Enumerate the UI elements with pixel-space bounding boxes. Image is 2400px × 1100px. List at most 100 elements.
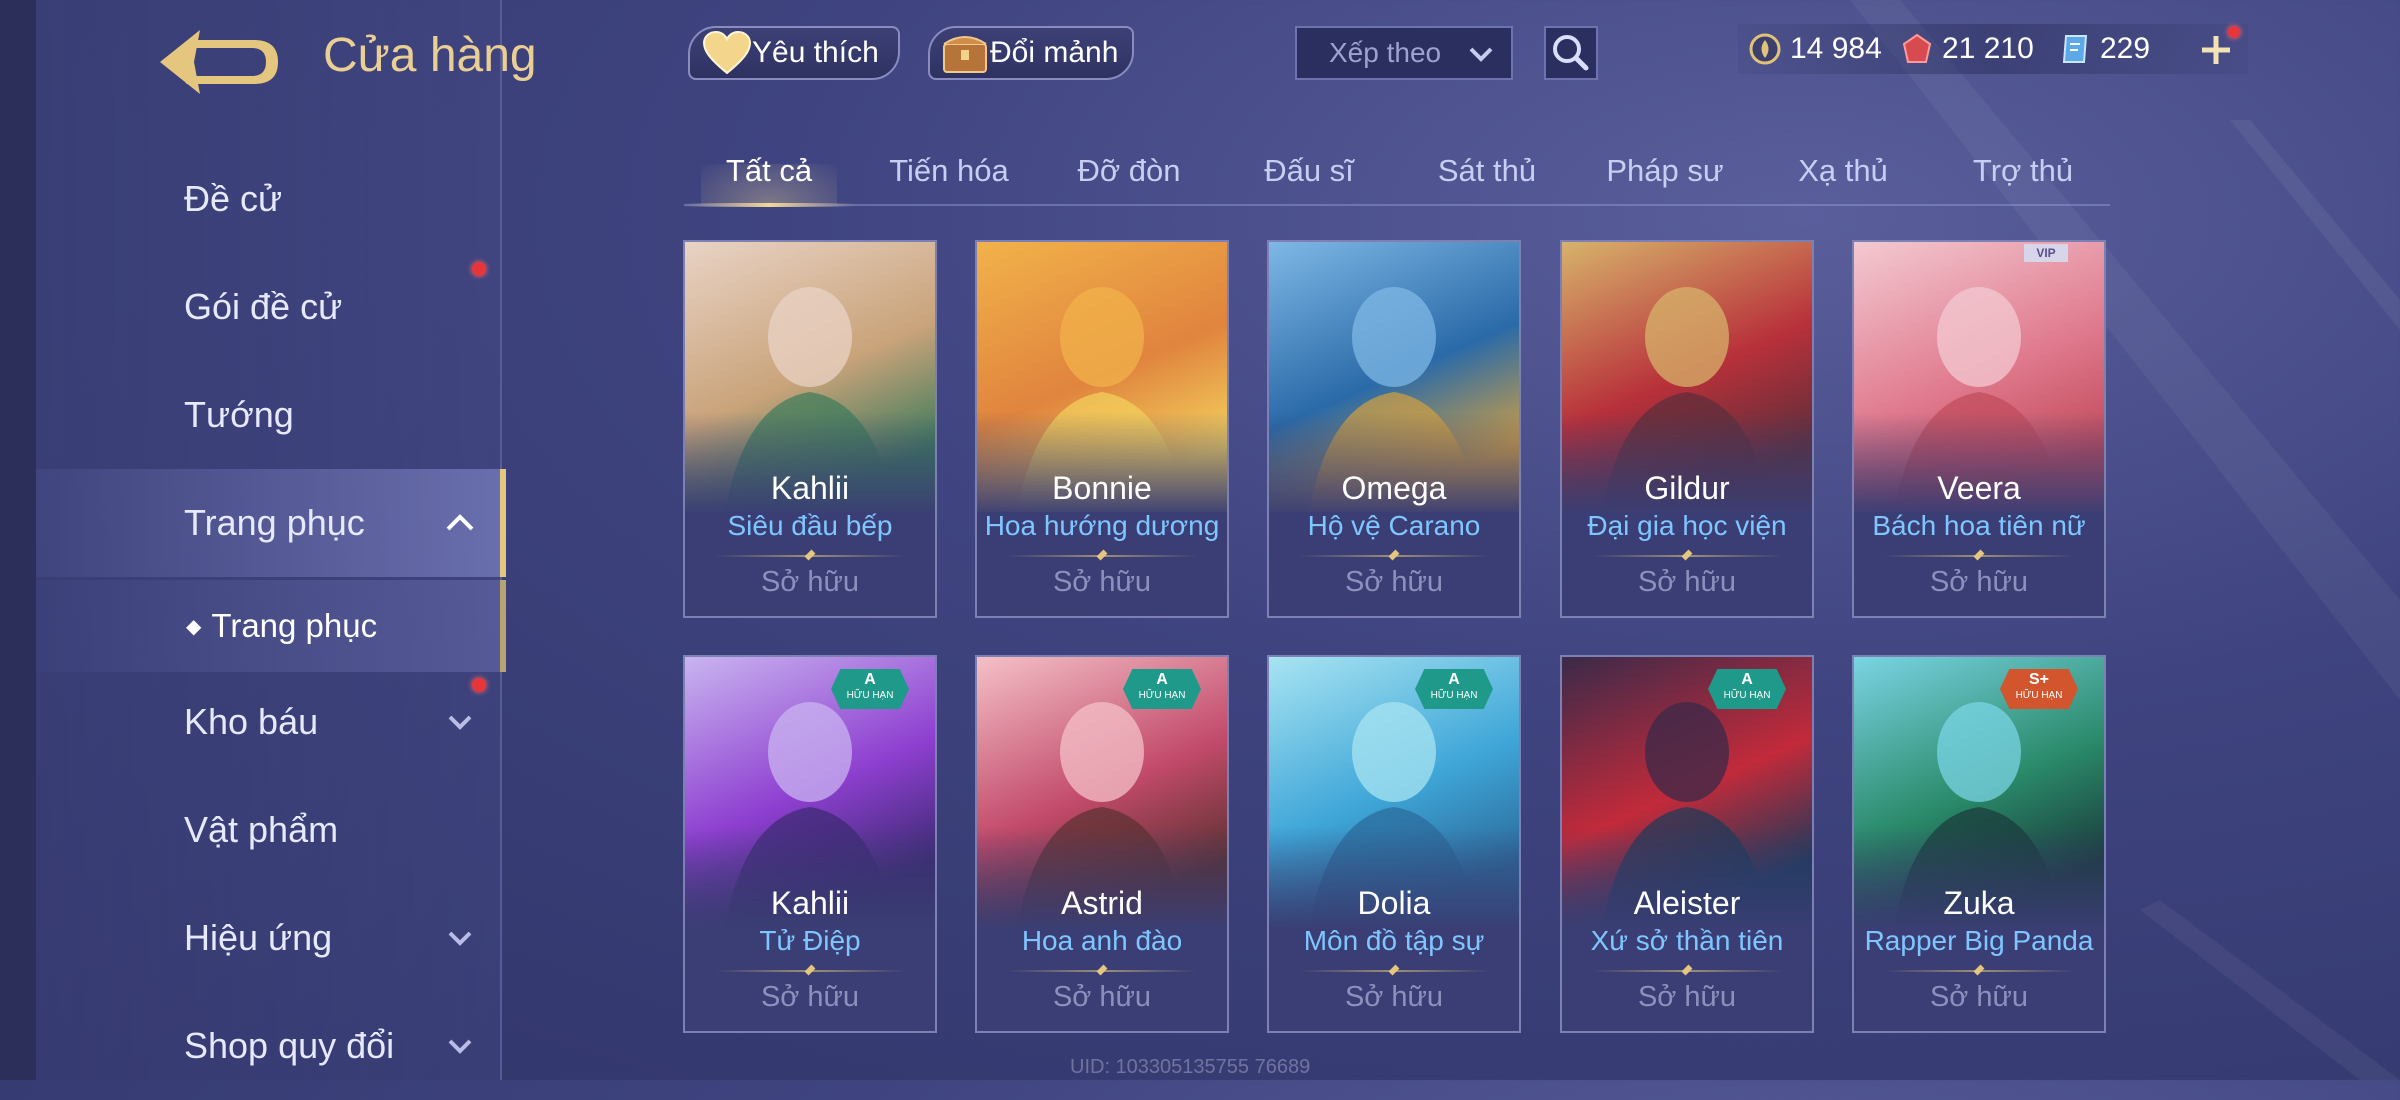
skin-name: Hoa anh đào xyxy=(1021,925,1183,956)
owned-status: Sở hữu xyxy=(1929,566,2029,598)
chevron-down-icon xyxy=(448,931,472,946)
hero-name: Veera xyxy=(1937,470,2021,506)
rank-label: HỮU HẠN xyxy=(1138,690,1186,701)
favorite-button[interactable]: Yêu thích xyxy=(688,26,900,80)
tab-label: Tiến hóa xyxy=(889,153,1009,188)
sidebar-item-heroes[interactable]: Tướng xyxy=(36,361,500,469)
notification-dot xyxy=(472,262,486,276)
sidebar-item-label: Tướng xyxy=(184,394,294,435)
rank-label: HỮU HẠN xyxy=(1723,690,1771,701)
back-button[interactable] xyxy=(150,20,280,100)
exchange-label: Đổi mảnh xyxy=(990,36,1119,69)
sidebar-item-effects[interactable]: Hiệu ứng xyxy=(36,884,500,992)
sort-dropdown[interactable]: Xếp theo xyxy=(1295,26,1513,80)
sidebar-item-label: Trang phục xyxy=(184,502,365,543)
skin-name: Siêu đầu bếp xyxy=(727,510,893,541)
rank-label: HỮU HẠN xyxy=(2015,690,2063,701)
skin-card[interactable]: Zuka Rapper Big Panda Sở hữu S+ HỮU HẠN xyxy=(1852,655,2106,1033)
page-title: Cửa hàng xyxy=(323,29,537,82)
skin-name: Hoa hướng dương xyxy=(984,510,1220,541)
sidebar-item-label: Vật phẩm xyxy=(184,809,339,850)
rank-label: HỮU HẠN xyxy=(846,690,894,701)
chevron-down-icon xyxy=(448,1039,472,1054)
category-tabs: Tất cả Tiến hóa Đỡ đòn Đấu sĩ Sát thủ Ph… xyxy=(684,138,2110,207)
sidebar-item-label: Shop quy đổi xyxy=(184,1025,395,1066)
sidebar-item-exchange-shop[interactable]: Shop quy đổi xyxy=(36,992,500,1100)
search-button[interactable] xyxy=(1544,26,1598,80)
skin-name: Rapper Big Panda xyxy=(1864,925,2094,956)
skin-name: Xứ sở thần tiên xyxy=(1590,925,1784,956)
owned-status: Sở hữu xyxy=(760,566,860,598)
rank-badge: A HỮU HẠN xyxy=(1708,669,1786,709)
treasure-chest-icon xyxy=(943,36,987,73)
skin-card[interactable]: Veera Bách hoa tiên nữ Sở hữu VIP xyxy=(1852,240,2106,618)
owned-status: Sở hữu xyxy=(760,981,860,1013)
sort-label: Xếp theo xyxy=(1329,37,1442,68)
currency-voucher: 229 xyxy=(2058,24,2150,74)
currency-ruby: 21 210 xyxy=(1900,24,2034,74)
tab-mage[interactable]: Pháp sư xyxy=(1580,138,1750,204)
uid-watermark: UID: 103305135755 76689 xyxy=(1070,1056,1311,1078)
ruby-icon xyxy=(1902,33,1932,63)
diamond-bullet-icon: ◆ xyxy=(186,614,202,638)
sidebar-subitem-label: Trang phục xyxy=(211,607,378,644)
tab-label: Tất cả xyxy=(725,153,813,188)
skin-name: Hộ vệ Carano xyxy=(1307,510,1481,541)
exchange-fragments-button[interactable]: Đổi mảnh xyxy=(928,26,1134,80)
sidebar-subitem-skins[interactable]: ◆ Trang phục xyxy=(36,580,506,672)
sidebar-item-recommended[interactable]: Đề cử xyxy=(36,145,500,253)
tab-all[interactable]: Tất cả xyxy=(684,138,854,207)
chevron-down-icon xyxy=(448,715,472,730)
rank-badge: A HỮU HẠN xyxy=(1415,669,1493,709)
rank-label: HỮU HẠN xyxy=(1430,690,1478,701)
tab-label: Pháp sư xyxy=(1606,153,1724,188)
skin-card[interactable]: Kahlii Tử Điệp Sở hữu A HỮU HẠN xyxy=(683,655,937,1033)
rank-letter: A xyxy=(864,671,876,688)
sidebar-item-skins[interactable]: Trang phục xyxy=(36,469,506,577)
skin-card[interactable]: Astrid Hoa anh đào Sở hữu A HỮU HẠN xyxy=(975,655,1229,1033)
sidebar-item-treasure[interactable]: Kho báu xyxy=(36,668,500,776)
sidebar-item-label: Gói đề cử xyxy=(184,286,343,327)
owned-status: Sở hữu xyxy=(1052,981,1152,1013)
hero-name: Kahlii xyxy=(770,885,850,921)
sidebar-item-label: Hiệu ứng xyxy=(184,917,333,958)
back-arrow-icon xyxy=(160,30,278,94)
tab-label: Trợ thủ xyxy=(1972,153,2074,188)
screen-edge xyxy=(0,0,36,1080)
hero-name: Kahlii xyxy=(770,470,850,506)
tab-fighter[interactable]: Đấu sĩ xyxy=(1224,138,1394,204)
tab-tank[interactable]: Đỡ đòn xyxy=(1044,138,1214,204)
search-icon xyxy=(1553,35,1589,71)
tab-support[interactable]: Trợ thủ xyxy=(1938,138,2108,204)
skin-card[interactable]: Omega Hộ vệ Carano Sở hữu xyxy=(1267,240,1521,618)
sidebar-item-label: Kho báu xyxy=(184,701,319,742)
skin-name: Đại gia học viện xyxy=(1587,510,1787,541)
tab-marksman[interactable]: Xạ thủ xyxy=(1758,138,1928,204)
skin-card[interactable]: Kahlii Siêu đầu bếp Sở hữu xyxy=(683,240,937,618)
tab-evolution[interactable]: Tiến hóa xyxy=(864,138,1034,204)
sidebar-item-items[interactable]: Vật phẩm xyxy=(36,776,500,884)
owned-status: Sở hữu xyxy=(1929,981,2029,1013)
tab-assassin[interactable]: Sát thủ xyxy=(1402,138,1572,204)
hero-name: Omega xyxy=(1341,470,1447,506)
tab-label: Sát thủ xyxy=(1437,153,1537,188)
rank-letter: S+ xyxy=(2028,671,2049,688)
skin-card[interactable]: Bonnie Hoa hướng dương Sở hữu xyxy=(975,240,1229,618)
sidebar-item-recommended-packs[interactable]: Gói đề cử xyxy=(36,253,500,361)
tab-label: Đỡ đòn xyxy=(1077,153,1181,188)
skin-name: Môn đồ tập sự xyxy=(1303,925,1485,956)
skin-card[interactable]: Aleister Xứ sở thần tiên Sở hữu A HỮU HẠN xyxy=(1560,655,1814,1033)
owned-status: Sở hữu xyxy=(1637,566,1737,598)
hero-name: Bonnie xyxy=(1052,470,1152,506)
heart-icon xyxy=(702,31,752,75)
rank-badge: A HỮU HẠN xyxy=(831,669,909,709)
currency-value: 21 210 xyxy=(1942,32,2034,65)
tab-label: Đấu sĩ xyxy=(1264,153,1354,188)
hero-name: Dolia xyxy=(1357,885,1431,921)
skin-card[interactable]: Gildur Đại gia học viện Sở hữu xyxy=(1560,240,1814,618)
rank-letter: A xyxy=(1156,671,1168,688)
currency-gold: 14 984 xyxy=(1748,24,1882,74)
skin-card[interactable]: Dolia Môn đồ tập sự Sở hữu A HỮU HẠN xyxy=(1267,655,1521,1033)
owned-status: Sở hữu xyxy=(1637,981,1737,1013)
voucher-icon xyxy=(2062,35,2088,63)
